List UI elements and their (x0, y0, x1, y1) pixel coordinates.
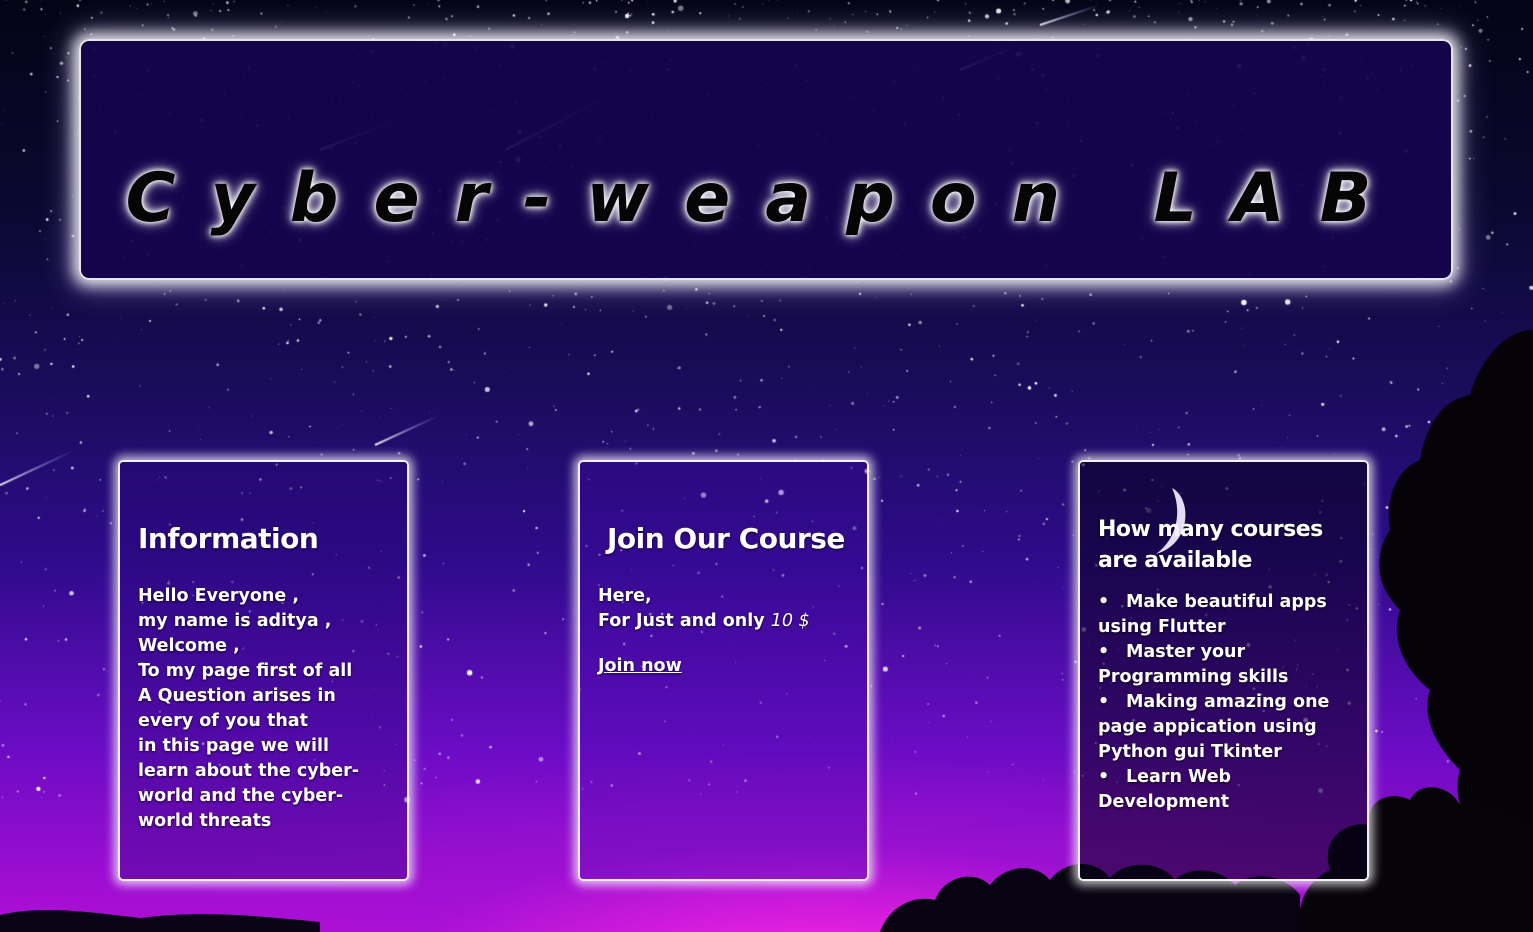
price-value: 10 $ (770, 611, 810, 631)
course-item: Learn Web Development (1098, 765, 1349, 815)
course-item: Master your Programming skills (1098, 640, 1349, 690)
join-intro: Here, (598, 586, 652, 606)
join-price-line: For Just and only 10 $ (598, 609, 849, 634)
course-item: Making amazing one page appication using… (1098, 690, 1349, 765)
join-course-title: Join Our Course (607, 522, 845, 555)
join-now-link[interactable]: Join now (598, 654, 682, 679)
information-line: Welcome , (138, 636, 240, 656)
information-body: Hello Everyone , my name is aditya , Wel… (138, 584, 389, 834)
join-price-prefix: For Just and only (598, 611, 771, 631)
information-line: every of you that (138, 711, 308, 731)
join-course-card: Join Our Course Here, For Just and only … (578, 460, 869, 881)
courses-title: How many courses are available (1098, 517, 1323, 573)
courses-card: How many courses are available Make beau… (1078, 460, 1369, 881)
information-title: Information (138, 522, 319, 555)
site-title: Cyber-weapon LAB (125, 159, 1407, 238)
information-line: in this page we will (138, 736, 329, 756)
information-line: world and the cyber- (138, 786, 344, 806)
information-line: world threats (138, 811, 272, 831)
information-line: Hello Everyone , (138, 586, 299, 606)
courses-list: Make beautiful apps using Flutter Master… (1098, 590, 1349, 815)
information-line: To my page first of all (138, 661, 353, 681)
information-line: A Question arises in (138, 686, 336, 706)
course-item: Make beautiful apps using Flutter (1098, 590, 1349, 640)
information-line: my name is aditya , (138, 611, 332, 631)
header-banner: Cyber-weapon LAB (79, 39, 1453, 280)
information-card: Information Hello Everyone , my name is … (118, 460, 409, 881)
information-line: learn about the cyber- (138, 761, 359, 781)
